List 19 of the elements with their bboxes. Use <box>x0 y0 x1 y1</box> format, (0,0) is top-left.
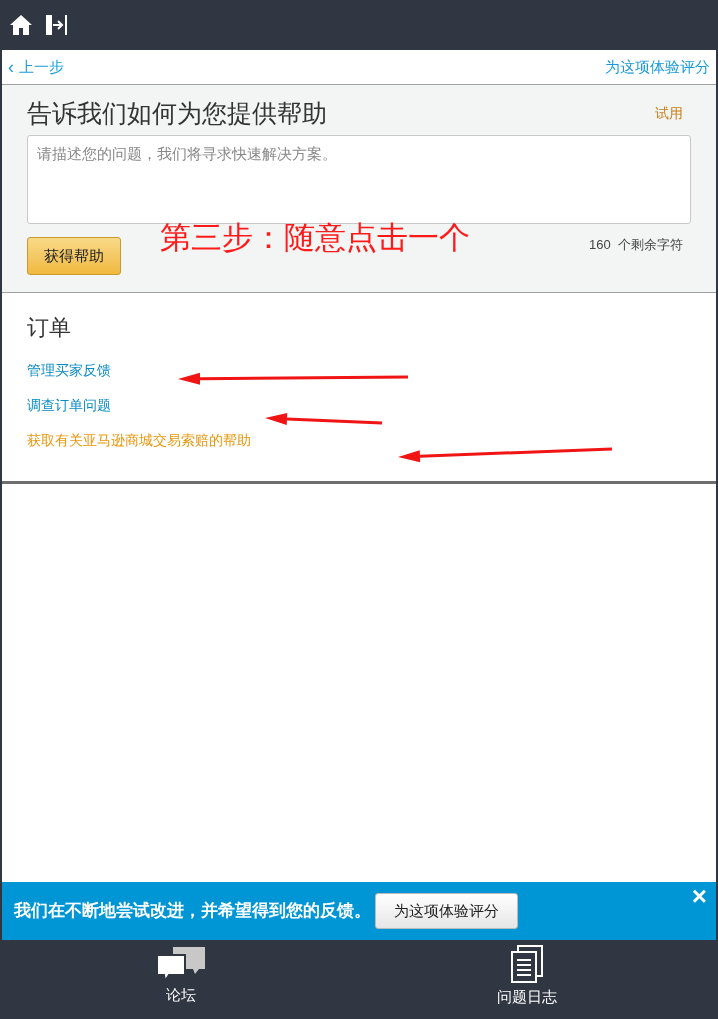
order-help-link[interactable]: 调查订单问题 <box>27 394 111 416</box>
documents-icon <box>510 945 544 983</box>
rate-button[interactable]: 为这项体验评分 <box>375 893 518 929</box>
rate-link[interactable]: 为这项体验评分 <box>605 55 710 79</box>
order-help-link[interactable]: 获取有关亚马逊商城交易索赔的帮助 <box>27 429 251 451</box>
beta-label: 试用 <box>655 104 683 123</box>
forum-button[interactable]: 论坛 <box>150 945 212 1005</box>
order-help-link[interactable]: 管理买家反馈 <box>27 359 111 381</box>
close-button[interactable]: × <box>691 882 707 910</box>
character-counter: 160 个剩余字符 <box>589 236 683 254</box>
get-help-button[interactable]: 获得帮助 <box>27 237 121 275</box>
back-link[interactable]: ‹ 上一步 <box>8 55 64 79</box>
home-icon[interactable] <box>9 14 33 36</box>
chevron-icon: ‹ <box>8 58 14 76</box>
orders-heading: 订单 <box>27 314 72 342</box>
help-title: 告诉我们如何为您提供帮助 <box>27 98 327 129</box>
issue-log-button[interactable]: 问题日志 <box>492 945 562 1007</box>
feedback-message: 我们在不断地尝试改进，并希望得到您的反馈。 <box>14 900 371 923</box>
exit-icon[interactable] <box>45 14 69 36</box>
